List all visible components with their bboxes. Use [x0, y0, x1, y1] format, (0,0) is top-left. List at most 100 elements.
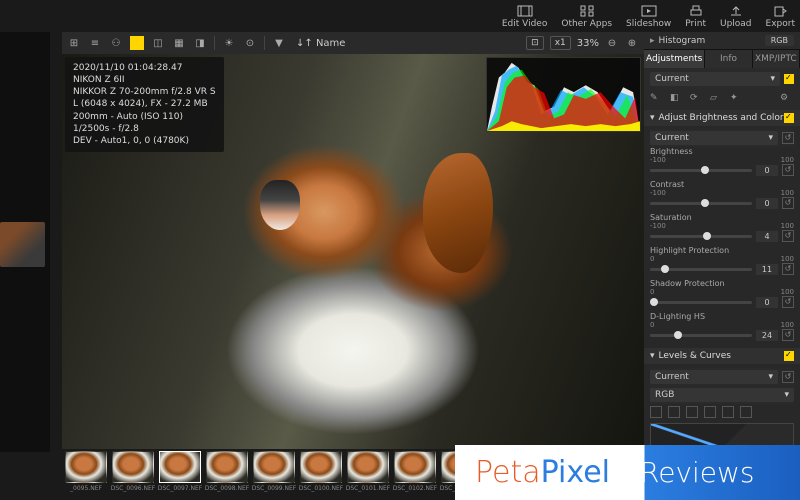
slider[interactable]	[650, 202, 752, 205]
person-icon[interactable]: ⚇	[109, 36, 123, 50]
zoom-out-button[interactable]: ⊖	[605, 36, 619, 50]
slider-value[interactable]: 0	[756, 165, 778, 176]
print-icon	[688, 4, 704, 18]
thumb-label: _0095.NEF	[70, 485, 102, 492]
image-viewer[interactable]: 2020/11/10 01:04:28.47 NIKON Z 6II NIKKO…	[62, 54, 644, 449]
tab-adjustments[interactable]: Adjustments	[644, 50, 705, 68]
print-button[interactable]: Print	[685, 4, 706, 29]
thumbnail[interactable]: DSC_0098.NEF	[205, 451, 249, 498]
section-enabled-checkbox[interactable]	[784, 351, 794, 361]
thumb-label: DSC_0097.NEF	[158, 485, 203, 492]
panel-tabs: Adjustments Info XMP/IPTC	[644, 50, 800, 68]
perspective-icon[interactable]: ▱	[710, 93, 722, 105]
zoom-1x-button[interactable]: x1	[550, 36, 571, 50]
tab-info[interactable]: Info	[705, 50, 752, 68]
edit-video-button[interactable]: Edit Video	[502, 4, 548, 29]
thumb-label: DSC_0096.NEF	[111, 485, 156, 492]
curves-preset-select[interactable]: Current▾	[650, 370, 778, 384]
thumbnail[interactable]: DSC_0101.NEF	[346, 451, 390, 498]
thumbnail[interactable]: DSC_0099.NEF	[252, 451, 296, 498]
label-color-icon[interactable]	[130, 36, 144, 50]
reset-button[interactable]: ↺	[782, 329, 794, 341]
chevron-right-icon[interactable]: ▸	[650, 36, 655, 46]
zoom-in-button[interactable]: ⊕	[625, 36, 639, 50]
upload-button[interactable]: Upload	[720, 4, 752, 29]
chevron-down-icon: ▾	[768, 372, 773, 382]
curves-channel-select[interactable]: RGB▾	[650, 388, 794, 402]
reset-button[interactable]: ↺	[782, 164, 794, 176]
watermark-banner: PetaPixel Reviews	[455, 445, 800, 500]
reset-button[interactable]: ↺	[782, 197, 794, 209]
thumb-label: DSC_0101.NEF	[346, 485, 391, 492]
thumb-label: DSC_0100.NEF	[299, 485, 344, 492]
slider[interactable]	[650, 235, 752, 238]
film-icon	[517, 4, 533, 18]
slideshow-button[interactable]: Slideshow	[626, 4, 671, 29]
curve-tool-icon[interactable]	[704, 406, 716, 418]
detail-icon[interactable]: ◨	[193, 36, 207, 50]
compare-icon[interactable]: ◫	[151, 36, 165, 50]
thumb-label: DSC_0098.NEF	[205, 485, 250, 492]
crop-icon[interactable]: ◧	[670, 93, 682, 105]
filter-icon[interactable]: ▼	[272, 36, 286, 50]
curve-tool-icon[interactable]	[722, 406, 734, 418]
focus-point-icon[interactable]: ⊙	[243, 36, 257, 50]
straighten-icon[interactable]: ⟳	[690, 93, 702, 105]
slider[interactable]	[650, 334, 752, 337]
thumbnail[interactable]: DSC_0097.NEF	[158, 451, 202, 498]
slider-value[interactable]: 11	[756, 264, 778, 275]
slider-label: D-Lighting HS	[650, 312, 794, 321]
nav-thumbnail[interactable]	[0, 222, 45, 267]
slider-value[interactable]: 0	[756, 198, 778, 209]
highlight-icon[interactable]: ☀	[222, 36, 236, 50]
left-sidebar	[0, 32, 50, 452]
thumbnail[interactable]: DSC_0102.NEF	[393, 451, 437, 498]
curve-tool-icon[interactable]	[686, 406, 698, 418]
app-toolbar: Edit Video Other Apps Slideshow Print Up…	[502, 2, 795, 30]
slider[interactable]	[650, 268, 752, 271]
reset-button[interactable]: ↺	[782, 132, 794, 144]
sort-control[interactable]: ↓↑ Name	[296, 38, 345, 49]
slider-label: Shadow Protection	[650, 279, 794, 288]
reset-button[interactable]: ↺	[782, 296, 794, 308]
thumbnail[interactable]: _0095.NEF	[64, 451, 108, 498]
thumb-image	[159, 451, 201, 483]
zoom-level: 33%	[577, 38, 599, 49]
slider-value[interactable]: 4	[756, 231, 778, 242]
chevron-down-icon: ▾	[768, 133, 773, 143]
brightness-preset-select[interactable]: Current▾	[650, 131, 778, 145]
export-button[interactable]: Export	[766, 4, 795, 29]
reset-button[interactable]: ↺	[782, 263, 794, 275]
zoom-fit-button[interactable]: ⊡	[526, 36, 544, 50]
curve-tool-icon[interactable]	[668, 406, 680, 418]
brush-icon[interactable]: ✦	[730, 93, 742, 105]
slider-value[interactable]: 24	[756, 330, 778, 341]
preset-enabled-checkbox[interactable]	[784, 74, 794, 84]
reset-button[interactable]: ↺	[782, 230, 794, 242]
chevron-down-icon[interactable]: ▾	[650, 351, 655, 361]
slider[interactable]	[650, 301, 752, 304]
chevron-down-icon[interactable]: ▾	[650, 113, 655, 123]
tab-xmp-iptc[interactable]: XMP/IPTC	[753, 50, 800, 68]
tiles-icon[interactable]: ▦	[172, 36, 186, 50]
other-apps-button[interactable]: Other Apps	[561, 4, 612, 29]
thumb-image	[206, 451, 248, 483]
gear-icon[interactable]: ⚙	[780, 93, 794, 107]
curve-tool-icon[interactable]	[740, 406, 752, 418]
thumb-image	[394, 451, 436, 483]
thumbnail[interactable]: DSC_0096.NEF	[111, 451, 155, 498]
slider-label: Saturation	[650, 213, 794, 222]
grid-view-icon[interactable]: ⊞	[67, 36, 81, 50]
slider-value[interactable]: 0	[756, 297, 778, 308]
section-enabled-checkbox[interactable]	[784, 113, 794, 123]
slider[interactable]	[650, 169, 752, 172]
preset-select[interactable]: Current▾	[650, 72, 780, 86]
eyedropper-icon[interactable]: ✎	[650, 93, 662, 105]
list-view-icon[interactable]: ≡	[88, 36, 102, 50]
thumbnail[interactable]: DSC_0100.NEF	[299, 451, 343, 498]
reset-button[interactable]: ↺	[782, 371, 794, 383]
curve-tool-icon[interactable]	[650, 406, 662, 418]
section-brightness-title: Adjust Brightness and Color	[659, 113, 784, 123]
export-icon	[772, 4, 788, 18]
histogram-mode-select[interactable]: RGB	[765, 35, 794, 46]
